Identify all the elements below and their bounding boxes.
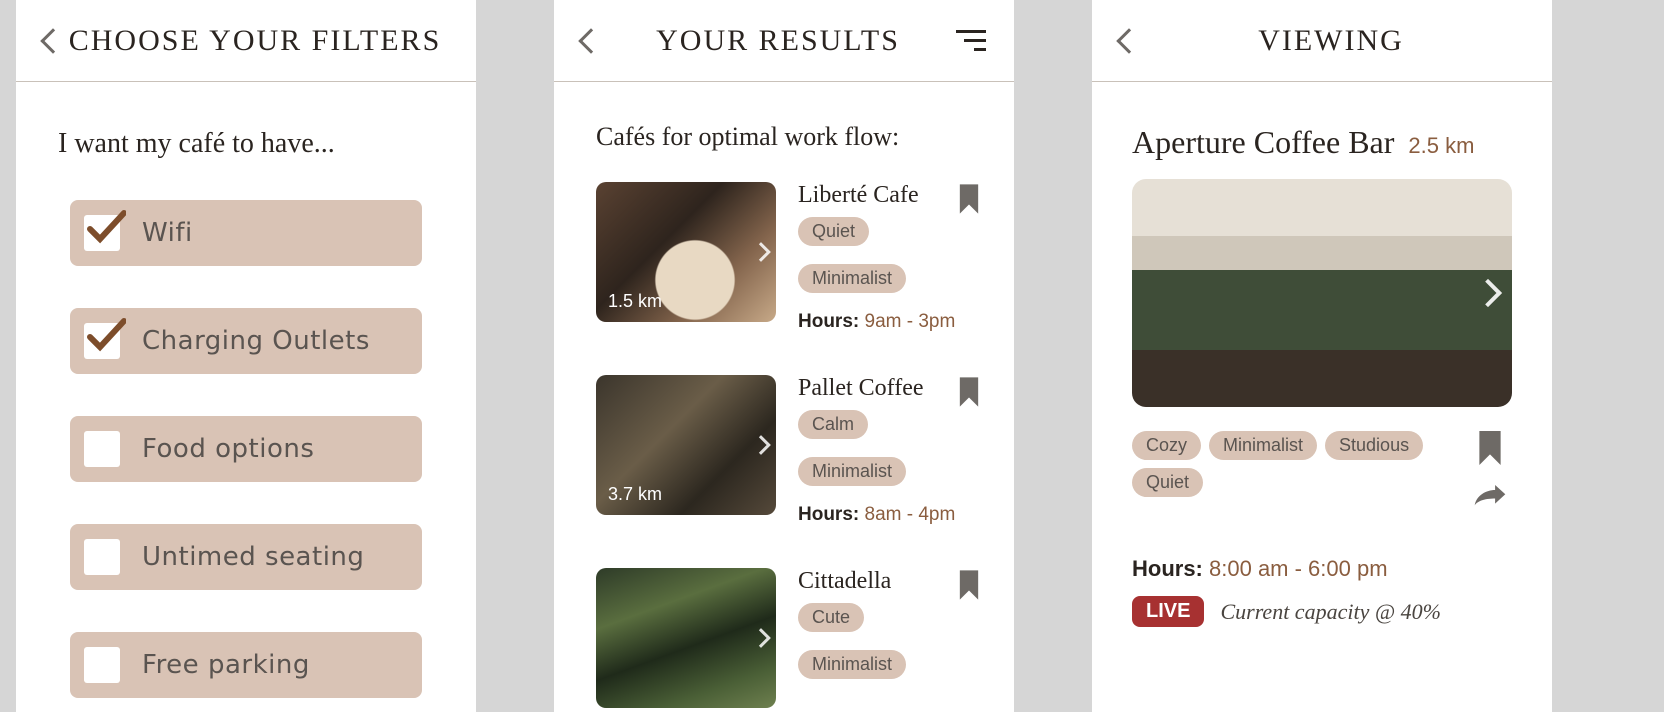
filter-option[interactable]: Wifi: [70, 200, 422, 266]
filter-label: Free parking: [142, 650, 310, 680]
result-card[interactable]: 1.5 km Liberté Cafe Quiet Minimalist Hours: …: [596, 182, 980, 333]
screen-title: CHOOSE YOUR FILTERS: [62, 24, 448, 58]
filter-option[interactable]: Charging Outlets: [70, 308, 422, 374]
screen-title: VIEWING: [1138, 24, 1524, 58]
filters-body: I want my café to have... Wifi Charging O…: [16, 82, 476, 698]
result-distance: 3.7 km: [608, 484, 662, 505]
filter-label: Untimed seating: [142, 542, 364, 572]
result-thumbnail[interactable]: 3.7 km: [596, 375, 776, 515]
hours-value: 8:00 am - 6:00 pm: [1209, 556, 1388, 581]
tag: Cozy: [1132, 431, 1201, 460]
screen-viewing: VIEWING Aperture Coffee Bar 2.5 km Cozy M…: [1092, 0, 1552, 712]
result-distance: 1.5 km: [608, 291, 662, 312]
cafe-hours: Hours: 8:00 am - 6:00 pm: [1132, 556, 1512, 582]
hours-label: Hours:: [1132, 556, 1203, 581]
result-name: Liberté Cafe: [798, 182, 980, 209]
result-name: Cittadella: [798, 568, 980, 595]
checkbox[interactable]: [84, 215, 120, 251]
checkbox[interactable]: [84, 431, 120, 467]
cafe-hero-image[interactable]: [1132, 179, 1512, 407]
screen-filters: CHOOSE YOUR FILTERS I want my café to ha…: [16, 0, 476, 712]
share-icon[interactable]: [1473, 483, 1507, 514]
topbar: CHOOSE YOUR FILTERS: [16, 0, 476, 82]
tag: Minimalist: [798, 650, 906, 679]
result-hours: Hours: 8am - 4pm: [798, 504, 980, 526]
result-thumbnail[interactable]: 1.5 km: [596, 182, 776, 322]
live-text: Current capacity @ 40%: [1220, 599, 1440, 625]
result-info: Cittadella Cute Minimalist: [776, 568, 980, 708]
live-row: LIVE Current capacity @ 40%: [1132, 596, 1512, 627]
screen-title: YOUR RESULTS: [600, 24, 956, 58]
results-body: Cafés for optimal work flow: 1.5 km Liber…: [554, 82, 1014, 708]
tag: Minimalist: [1209, 431, 1317, 460]
cafe-title-row: Aperture Coffee Bar 2.5 km: [1132, 124, 1512, 161]
tag: Studious: [1325, 431, 1423, 460]
chevron-right-icon[interactable]: [751, 435, 771, 455]
screen-results: YOUR RESULTS Cafés for optimal work flow…: [554, 0, 1014, 712]
result-thumbnail[interactable]: [596, 568, 776, 708]
chevron-right-icon[interactable]: [751, 242, 771, 262]
result-hours: Hours: 9am - 3pm: [798, 311, 980, 333]
result-info: Liberté Cafe Quiet Minimalist Hours: 9am - …: [776, 182, 980, 333]
tag: Calm: [798, 410, 868, 439]
topbar: VIEWING: [1092, 0, 1552, 82]
filters-prompt: I want my café to have...: [58, 128, 434, 160]
filter-label: Food options: [142, 434, 314, 464]
checkbox[interactable]: [84, 647, 120, 683]
tag: Minimalist: [798, 264, 906, 293]
next-image-icon[interactable]: [1474, 279, 1502, 307]
cafe-distance: 2.5 km: [1408, 133, 1474, 159]
results-heading: Cafés for optimal work flow:: [596, 122, 980, 152]
bookmark-icon[interactable]: [958, 570, 980, 600]
result-card[interactable]: Cittadella Cute Minimalist: [596, 568, 980, 708]
bookmark-icon[interactable]: [1477, 431, 1503, 465]
filter-option[interactable]: Untimed seating: [70, 524, 422, 590]
bookmark-icon[interactable]: [958, 184, 980, 214]
result-card[interactable]: 3.7 km Pallet Coffee Calm Minimalist Hours: …: [596, 375, 980, 526]
result-info: Pallet Coffee Calm Minimalist Hours: 8am - …: [776, 375, 980, 526]
live-badge: LIVE: [1132, 596, 1204, 627]
result-name: Pallet Coffee: [798, 375, 980, 402]
viewing-body: Aperture Coffee Bar 2.5 km Cozy Minimalis…: [1092, 82, 1552, 627]
filter-label: Charging Outlets: [142, 326, 370, 356]
topbar: YOUR RESULTS: [554, 0, 1014, 82]
cafe-tags: Cozy Minimalist Studious Quiet: [1132, 431, 1468, 514]
tag: Cute: [798, 603, 864, 632]
filter-option[interactable]: Food options: [70, 416, 422, 482]
tag: Quiet: [1132, 468, 1203, 497]
filter-toggle-icon[interactable]: [956, 30, 986, 52]
chevron-right-icon[interactable]: [751, 628, 771, 648]
checkbox[interactable]: [84, 323, 120, 359]
filter-label: Wifi: [142, 218, 193, 248]
tag: Quiet: [798, 217, 869, 246]
bookmark-icon[interactable]: [958, 377, 980, 407]
filter-option[interactable]: Free parking: [70, 632, 422, 698]
checkbox[interactable]: [84, 539, 120, 575]
cafe-name: Aperture Coffee Bar: [1132, 124, 1394, 161]
tag: Minimalist: [798, 457, 906, 486]
